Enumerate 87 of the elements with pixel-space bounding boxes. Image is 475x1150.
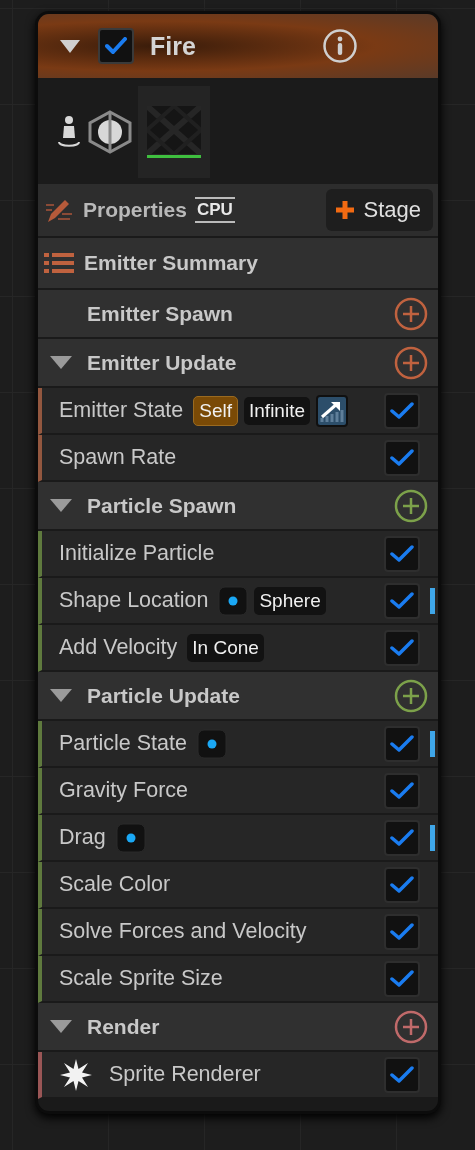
value-chip: Sphere [254, 586, 326, 615]
module-row[interactable]: Initialize Particle [38, 531, 438, 578]
checkmark-icon [390, 448, 414, 467]
list-icon [44, 251, 74, 275]
add-stage-button[interactable]: Stage [325, 189, 433, 231]
section-title: Particle Update [87, 683, 240, 708]
checkmark-icon [390, 401, 414, 420]
actor-pin-icon[interactable] [56, 114, 82, 150]
value-chip: Infinite [244, 396, 310, 425]
section-header[interactable]: Emitter Update [38, 339, 438, 388]
properties-label[interactable]: Properties [83, 198, 187, 222]
checkmark-icon [390, 638, 414, 657]
bounds-icon[interactable] [87, 109, 133, 155]
section-header[interactable]: Particle Update [38, 672, 438, 721]
module-row[interactable]: Scale Color [38, 862, 438, 909]
thumbnail-slot[interactable] [138, 86, 210, 178]
module-row[interactable]: Gravity Force [38, 768, 438, 815]
checkmark-icon [390, 781, 414, 800]
checkmark-icon [390, 734, 414, 753]
sim-target-label: CPU [194, 197, 235, 223]
module-row[interactable]: Scale Sprite Size [38, 956, 438, 1003]
module-checkbox[interactable] [384, 1056, 420, 1093]
checkmark-icon [390, 591, 414, 610]
module-label: Add Velocity [59, 635, 178, 660]
add-module-icon[interactable] [394, 488, 428, 523]
collapse-arrow-icon[interactable] [60, 39, 80, 53]
module-checkbox[interactable] [384, 772, 420, 809]
section-header[interactable]: Emitter Spawn [38, 290, 438, 339]
add-module-icon[interactable] [394, 678, 428, 713]
tag-chip: Self [193, 395, 238, 426]
module-checkbox[interactable] [384, 866, 420, 903]
curve-chart-icon[interactable] [316, 394, 348, 427]
module-label: Scale Sprite Size [59, 966, 223, 991]
info-icon[interactable] [322, 28, 358, 64]
section-title: Emitter Update [87, 350, 237, 375]
module-checkbox[interactable] [384, 582, 420, 619]
add-module-icon[interactable] [394, 296, 428, 331]
module-checkbox[interactable] [384, 913, 420, 950]
module-checkbox[interactable] [384, 392, 420, 429]
module-checkbox[interactable] [384, 960, 420, 997]
collapse-arrow-icon[interactable] [50, 1020, 72, 1033]
module-checkbox[interactable] [384, 725, 420, 762]
module-label: Drag [59, 825, 106, 850]
module-checkbox[interactable] [384, 629, 420, 666]
module-checkbox[interactable] [384, 439, 420, 476]
summary-label: Emitter Summary [84, 251, 258, 275]
section-header[interactable]: Render [38, 1003, 438, 1052]
section-title: Particle Spawn [87, 493, 237, 518]
module-row[interactable]: Add Velocity In Cone [38, 625, 438, 672]
collapse-arrow-icon[interactable] [50, 499, 72, 512]
checkmark-icon [390, 969, 414, 988]
module-label: Gravity Force [59, 778, 189, 803]
module-row[interactable]: Solve Forces and Velocity [38, 909, 438, 956]
collapse-arrow-icon[interactable] [50, 689, 72, 702]
module-label: Spawn Rate [59, 445, 177, 470]
value-chip: In Cone [187, 633, 264, 662]
module-row[interactable]: Sprite Renderer [38, 1052, 438, 1099]
module-label: Solve Forces and Velocity [59, 919, 307, 944]
section-header[interactable]: Particle Spawn [38, 482, 438, 531]
module-row[interactable]: Drag [38, 815, 438, 862]
plus-icon [333, 199, 356, 221]
module-label: Initialize Particle [59, 541, 215, 566]
checkmark-icon [390, 1065, 414, 1084]
module-label: Emitter State [59, 398, 184, 423]
add-module-icon[interactable] [394, 1009, 428, 1044]
enable-checkbox[interactable] [98, 28, 134, 64]
module-checkbox[interactable] [384, 535, 420, 572]
checkmark-icon [390, 922, 414, 941]
section-title: Render [87, 1014, 160, 1039]
module-row[interactable]: Particle State [38, 721, 438, 768]
collapse-arrow-icon[interactable] [50, 356, 72, 369]
module-label: Scale Color [59, 872, 171, 897]
module-label: Sprite Renderer [109, 1062, 261, 1087]
module-checkbox[interactable] [384, 819, 420, 856]
emitter-title: Fire [150, 31, 196, 61]
summary-row[interactable]: Emitter Summary [38, 238, 438, 290]
module-row[interactable]: Emitter State Self Infinite [38, 388, 438, 435]
module-row[interactable]: Shape Location Sphere [38, 578, 438, 625]
module-label: Particle State [59, 731, 187, 756]
section-title: Emitter Spawn [87, 301, 233, 326]
checkmark-icon [390, 828, 414, 847]
module-label: Shape Location [59, 588, 209, 613]
checkmark-icon [390, 544, 414, 563]
add-module-icon[interactable] [394, 345, 428, 380]
checkmark-icon [105, 37, 127, 55]
module-row[interactable]: Spawn Rate [38, 435, 438, 482]
checkmark-icon [390, 875, 414, 894]
